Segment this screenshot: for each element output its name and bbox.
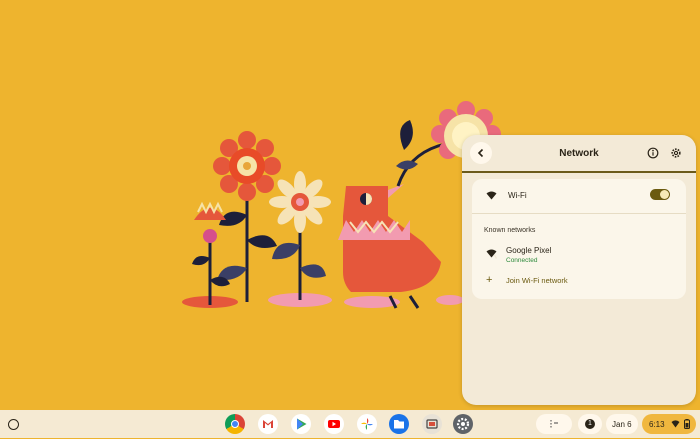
screen-capture-app-icon[interactable] [422,414,442,434]
network-name: Google Pixel [506,246,552,255]
wifi-toggle[interactable] [650,189,670,200]
wifi-toggle-row[interactable]: Wi-Fi [472,179,686,213]
youtube-app-icon[interactable] [324,414,344,434]
back-button[interactable] [470,142,492,164]
battery-icon [684,419,690,429]
network-panel: Network Wi-Fi Known networks Google Pixe… [462,135,696,405]
info-button[interactable] [642,142,664,164]
screen-capture-glyph [426,419,438,429]
chrome-app-icon[interactable] [225,414,245,434]
toggle-knob [660,190,669,199]
plus-icon: + [486,274,493,286]
wifi-status-icon [671,420,680,428]
youtube-glyph [328,420,340,428]
header-divider [462,171,696,173]
play-store-app-icon[interactable] [291,414,311,434]
wifi-icon [486,191,497,200]
panel-header: Network [462,135,696,171]
shelf: 1 Jan 6 6:13 [0,410,700,438]
stylus-tools-icon [550,420,558,428]
notification-count: 1 [588,420,592,427]
files-app-icon[interactable] [389,414,409,434]
date-label: Jan 6 [612,420,632,429]
input-method-pill[interactable] [536,414,572,434]
network-item-google-pixel[interactable]: Google Pixel Connected [472,243,686,267]
network-status: Connected [506,257,538,264]
launcher-button[interactable] [8,419,19,430]
play-glyph [297,418,307,430]
known-networks-label: Known networks [484,227,536,234]
wifi-label: Wi-Fi [508,191,527,200]
wifi-signal-icon [486,249,497,259]
network-card: Wi-Fi Known networks Google Pixel Connec… [472,179,686,299]
folder-glyph [394,420,404,429]
info-icon [647,147,659,159]
date-pill[interactable]: Jan 6 [606,414,638,434]
status-area[interactable]: 6:13 [642,414,696,434]
chevron-left-icon [477,148,484,158]
time-label: 6:13 [649,420,665,429]
divider [472,213,686,214]
panel-title: Network [559,148,599,159]
gmail-glyph [263,420,273,428]
gear-icon [671,148,681,158]
join-wifi-label: Join Wi-Fi network [506,276,568,285]
settings-app-icon[interactable] [453,414,473,434]
join-wifi-network[interactable]: + Join Wi-Fi network [472,271,686,291]
gear-glyph [456,417,470,431]
photos-glyph [361,418,373,430]
settings-button[interactable] [665,142,687,164]
chrome-center [231,420,239,428]
photos-app-icon[interactable] [357,414,377,434]
gmail-app-icon[interactable] [258,414,278,434]
notification-pill[interactable]: 1 [578,414,602,434]
